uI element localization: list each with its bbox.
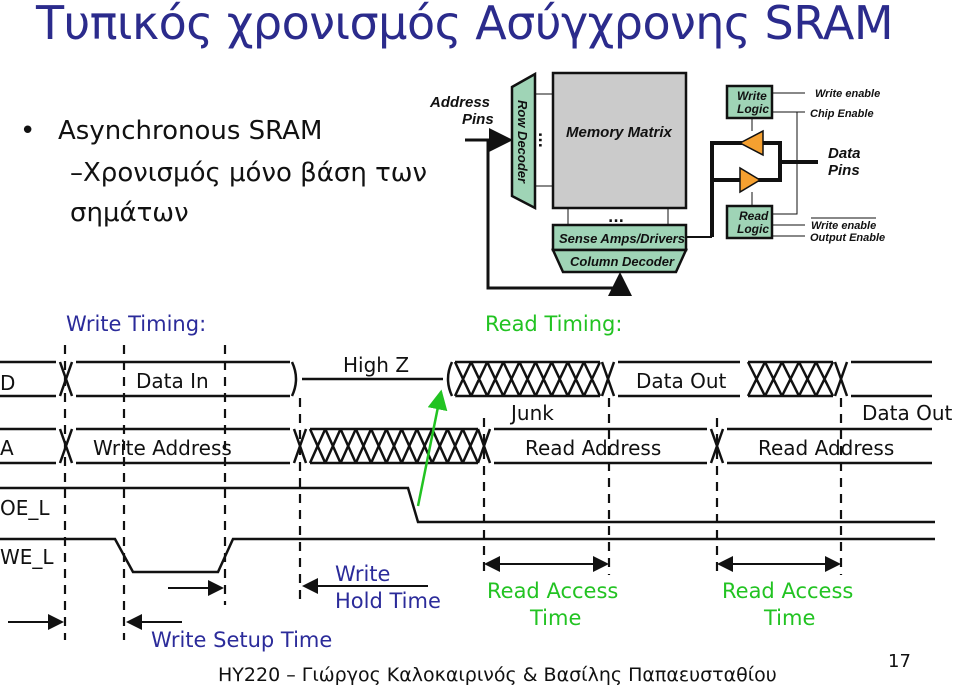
d-junk-hatch (453, 360, 602, 398)
write-hold-label-1: Write (335, 562, 390, 586)
read-logic-label-1: Read (739, 209, 769, 223)
sense-amps-label: Sense Amps/Drivers (559, 231, 685, 246)
read-access-label-1a: Read Access (487, 579, 618, 603)
column-decoder-label: Column Decoder (570, 254, 675, 269)
chip-enable-label: Chip Enable (810, 108, 874, 120)
row-dots: ... (535, 132, 551, 148)
address-pins-label-1: Address (429, 94, 490, 111)
junk-label: Junk (509, 401, 554, 425)
write-hold-label-2: Hold Time (335, 589, 441, 613)
read-logic-label-2: Logic (737, 222, 769, 236)
d-transition (833, 361, 849, 397)
data-in-label: Data In (136, 369, 209, 393)
sram-block-diagram: Address Pins Row Decoder ... Memory Matr… (429, 71, 885, 296)
d-tristate-edge (290, 361, 298, 397)
signal-we-l: WE_L (0, 545, 54, 569)
d-transition (600, 361, 616, 397)
signal-a: A (0, 436, 14, 460)
oe-l-waveform (0, 486, 935, 524)
address-pins-label-2: Pins (462, 111, 494, 128)
write-buffer (738, 129, 764, 157)
write-timing-label: Write Timing: (66, 312, 206, 336)
signal-oe-l: OE_L (0, 496, 50, 520)
data-pins-label-1: Data (828, 145, 861, 162)
read-address-label-2: Read Address (758, 436, 894, 460)
memory-matrix-label: Memory Matrix (566, 124, 673, 141)
read-access-label-2b: Time (763, 606, 815, 630)
column-dots: ... (608, 210, 624, 226)
d-drive-edge (446, 361, 454, 397)
write-enable-label: Write enable (815, 88, 880, 100)
read-timing-label: Read Timing: (485, 312, 622, 336)
row-decoder-label: Row Decoder (515, 100, 530, 184)
output-enable-label: Output Enable (810, 232, 885, 244)
read-address-label-1: Read Address (525, 436, 661, 460)
signal-d: D (0, 371, 15, 395)
read-access-label-1b: Time (529, 606, 581, 630)
a-hatch (308, 427, 480, 465)
slide-graphics: Address Pins Row Decoder ... Memory Matr… (0, 71, 953, 652)
we-l-waveform (0, 537, 935, 574)
data-pins-label-2: Pins (828, 162, 860, 179)
read-access-label-2a: Read Access (722, 579, 853, 603)
read-buffer (739, 166, 762, 194)
write-logic-label-1: Write (737, 89, 767, 103)
page-number: 17 (888, 651, 911, 672)
write-address-label: Write Address (93, 436, 232, 460)
slide-footer: ΗΥ220 – Γιώργος Καλοκαιρινός & Βασίλης Π… (218, 664, 777, 686)
write-setup-label: Write Setup Time (151, 628, 332, 652)
write-enable-bar-label: Write enable (811, 220, 876, 232)
data-out-label-1: Data Out (636, 369, 727, 393)
write-logic-label-2: Logic (737, 102, 769, 116)
d-hatch-2 (746, 360, 835, 398)
data-out-label-2: Data Out (862, 401, 953, 425)
high-z-label: High Z (343, 353, 409, 377)
